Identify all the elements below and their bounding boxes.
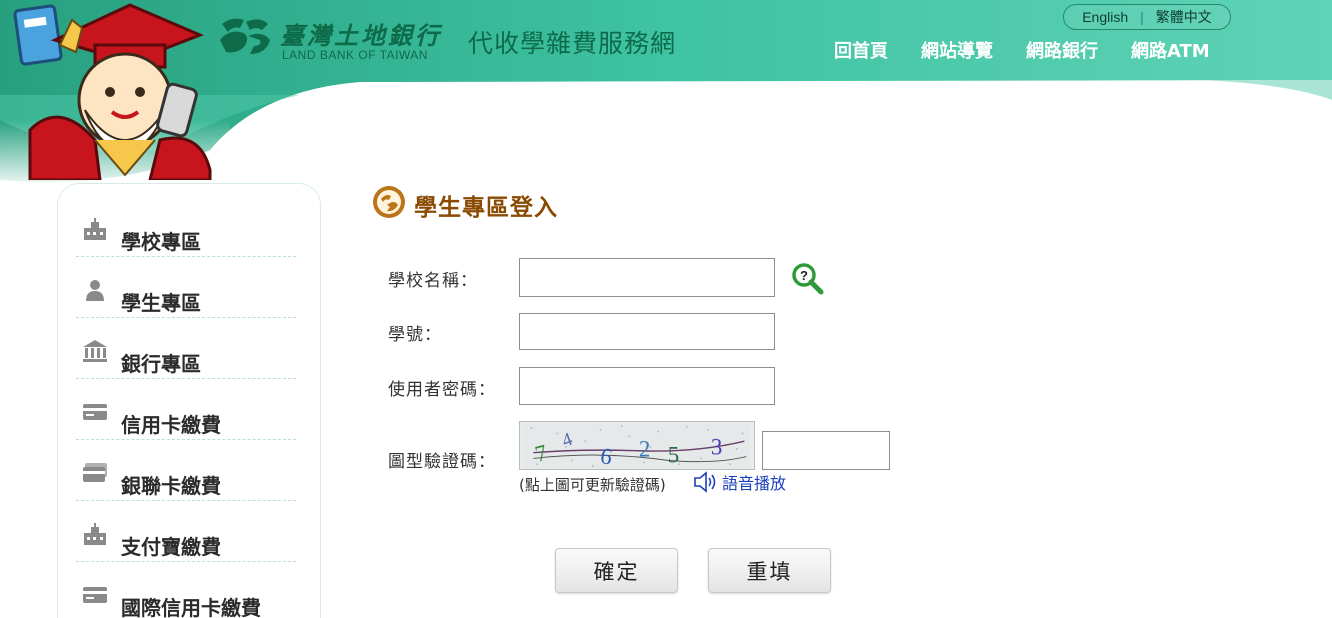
sidebar-item-label: 支付寶繳費 (121, 535, 221, 559)
lang-english-link[interactable]: English (1082, 9, 1128, 25)
nav-online-banking[interactable]: 網路銀行 (1026, 37, 1098, 63)
site-title: 代收學雜費服務網 (468, 29, 677, 58)
sidebar-item-student[interactable]: 學生專區 (76, 257, 296, 318)
sidebar-item-label: 銀聯卡繳費 (121, 474, 221, 498)
captcha-refresh-hint: (點上圖可更新驗證碼) (519, 476, 666, 494)
credit-card-icon (83, 404, 107, 420)
lang-separator: | (1140, 9, 1144, 25)
sidebar-item-credit-card[interactable]: 信用卡繳費 (76, 379, 296, 440)
sidebar-item-label: 國際信用卡繳費 (121, 596, 261, 618)
language-switch: English | 繁體中文 (1063, 4, 1231, 30)
svg-text:3: 3 (711, 434, 723, 460)
search-help-icon[interactable]: ? (790, 261, 824, 295)
sidebar-item-label: 銀行專區 (121, 352, 201, 376)
sidebar-item-label: 信用卡繳費 (121, 413, 221, 437)
sidebar-item-alipay[interactable]: 支付寶繳費 (76, 501, 296, 562)
svg-text:2: 2 (639, 436, 651, 462)
school-name-input[interactable] (519, 258, 775, 297)
school-icon (84, 218, 106, 240)
nav-sitemap[interactable]: 網站導覽 (921, 37, 993, 63)
mascot-illustration (13, 3, 212, 180)
student-icon (86, 280, 104, 301)
sidebar-item-label: 學校專區 (121, 230, 201, 254)
student-id-label: 學號： (388, 325, 442, 345)
captcha-input[interactable] (762, 431, 890, 470)
student-id-input[interactable] (519, 313, 775, 350)
land-bank-badge-icon (373, 186, 405, 218)
page-title: 學生專區登入 (414, 195, 558, 221)
top-navigation: 回首頁 網站導覽 網路銀行 網路ATM (834, 37, 1210, 63)
lang-chinese-link[interactable]: 繁體中文 (1156, 7, 1212, 27)
sidebar-item-school[interactable]: 學校專區 (76, 196, 296, 257)
captcha-image[interactable]: 7 4 6 2 5 3 (519, 421, 755, 470)
audio-play-link[interactable]: 語音播放 (692, 470, 786, 494)
land-bank-logo-icon (220, 18, 270, 54)
sidebar-item-bank[interactable]: 銀行專區 (76, 318, 296, 379)
captcha-label: 圖型驗證碼： (388, 452, 496, 472)
alipay-icon (84, 523, 106, 545)
page: 臺灣土地銀行 LAND BANK OF TAIWAN 代收學雜費服務網 Engl… (0, 0, 1332, 618)
bank-icon (83, 340, 107, 362)
password-label: 使用者密碼： (388, 380, 496, 400)
reset-button[interactable]: 重填 (708, 548, 831, 593)
speaker-icon (694, 471, 716, 493)
svg-text:?: ? (800, 268, 808, 283)
svg-text:5: 5 (668, 441, 680, 467)
audio-play-label: 語音播放 (722, 474, 787, 493)
password-input[interactable] (519, 367, 775, 405)
intl-credit-card-icon (83, 587, 107, 603)
bank-name-english: LAND BANK OF TAIWAN (282, 48, 428, 62)
bank-name-chinese: 臺灣土地銀行 (280, 21, 442, 50)
bank-logo[interactable]: 臺灣土地銀行 LAND BANK OF TAIWAN 代收學雜費服務網 (218, 14, 698, 66)
school-name-label: 學校名稱： (388, 271, 478, 291)
sidebar: 學校專區 學生專區 銀行專區 信用卡繳費 銀聯卡繳費 支付寶繳費 國際信用卡繳費 (57, 183, 321, 618)
confirm-button[interactable]: 確定 (555, 548, 678, 593)
nav-online-atm[interactable]: 網路ATM (1131, 37, 1210, 63)
sidebar-item-label: 學生專區 (121, 291, 201, 315)
unionpay-card-icon (83, 463, 107, 482)
nav-home[interactable]: 回首頁 (834, 37, 888, 63)
sidebar-item-unionpay[interactable]: 銀聯卡繳費 (76, 440, 296, 501)
sidebar-item-intl-credit-card[interactable]: 國際信用卡繳費 (76, 562, 296, 618)
